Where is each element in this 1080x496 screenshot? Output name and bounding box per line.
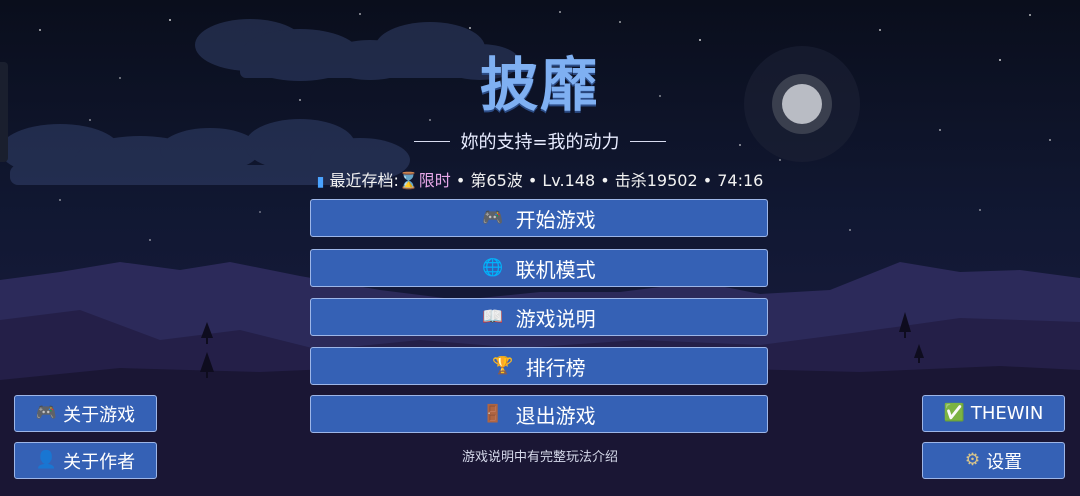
thewin-button[interactable]: ✅ THEWIN xyxy=(922,395,1065,432)
online-mode-button[interactable]: 🌐 联机模式 xyxy=(310,249,768,287)
checkmark-icon: ✅ xyxy=(943,403,965,423)
user-icon: 👤 xyxy=(35,450,58,470)
gamepad-icon: 🎮 xyxy=(35,403,58,423)
door-icon: 🚪 xyxy=(482,403,504,424)
leaderboard-label: 排行榜 xyxy=(525,355,586,380)
gamepad-icon: 🎮 xyxy=(482,207,504,228)
trophy-icon: 🏆 xyxy=(492,355,514,376)
settings-label: 设置 xyxy=(986,451,1023,473)
game-title: 披靡 xyxy=(479,51,600,119)
save-label: 最近存档: xyxy=(329,171,399,190)
game-guide-button[interactable]: 📖 游戏说明 xyxy=(310,298,768,336)
save-mode: 限时 xyxy=(418,171,451,190)
subtitle-right-line xyxy=(629,140,666,142)
book-icon: 📖 xyxy=(482,306,504,327)
thewin-label: THEWIN xyxy=(970,403,1044,424)
gear-icon: ⚙ xyxy=(964,450,981,470)
start-game-button[interactable]: 🎮 开始游戏 xyxy=(310,199,768,237)
about-author-label: 关于作者 xyxy=(63,451,136,473)
online-mode-label: 联机模式 xyxy=(515,257,596,282)
about-author-button[interactable]: 👤 关于作者 xyxy=(14,442,157,479)
about-game-label: 关于游戏 xyxy=(63,404,136,426)
about-game-button[interactable]: 🎮 关于游戏 xyxy=(14,395,157,432)
save-details: • 第65波 • Lv.148 • 击杀19502 • 74:16 xyxy=(450,171,764,190)
phone-icon: ▮ xyxy=(316,174,325,190)
exit-game-button[interactable]: 🚪 退出游戏 xyxy=(310,395,768,433)
guide-hint: 游戏说明中有完整玩法介绍 xyxy=(461,450,618,465)
recent-save-info: ▮ 最近存档:⌛限时 • 第65波 • Lv.148 • 击杀19502 • 7… xyxy=(0,167,1080,191)
subtitle-left-line xyxy=(414,140,451,142)
exit-game-label: 退出游戏 xyxy=(515,403,596,428)
start-game-label: 开始游戏 xyxy=(515,207,596,232)
leaderboard-button[interactable]: 🏆 排行榜 xyxy=(310,347,768,385)
subtitle: 妳的支持=我的动力 xyxy=(0,128,1080,154)
game-guide-label: 游戏说明 xyxy=(515,306,596,331)
settings-button[interactable]: ⚙ 设置 xyxy=(922,442,1065,479)
globe-icon: 🌐 xyxy=(482,257,504,278)
hourglass-icon: ⌛ xyxy=(398,171,419,190)
subtitle-text: 妳的支持=我的动力 xyxy=(460,132,620,153)
